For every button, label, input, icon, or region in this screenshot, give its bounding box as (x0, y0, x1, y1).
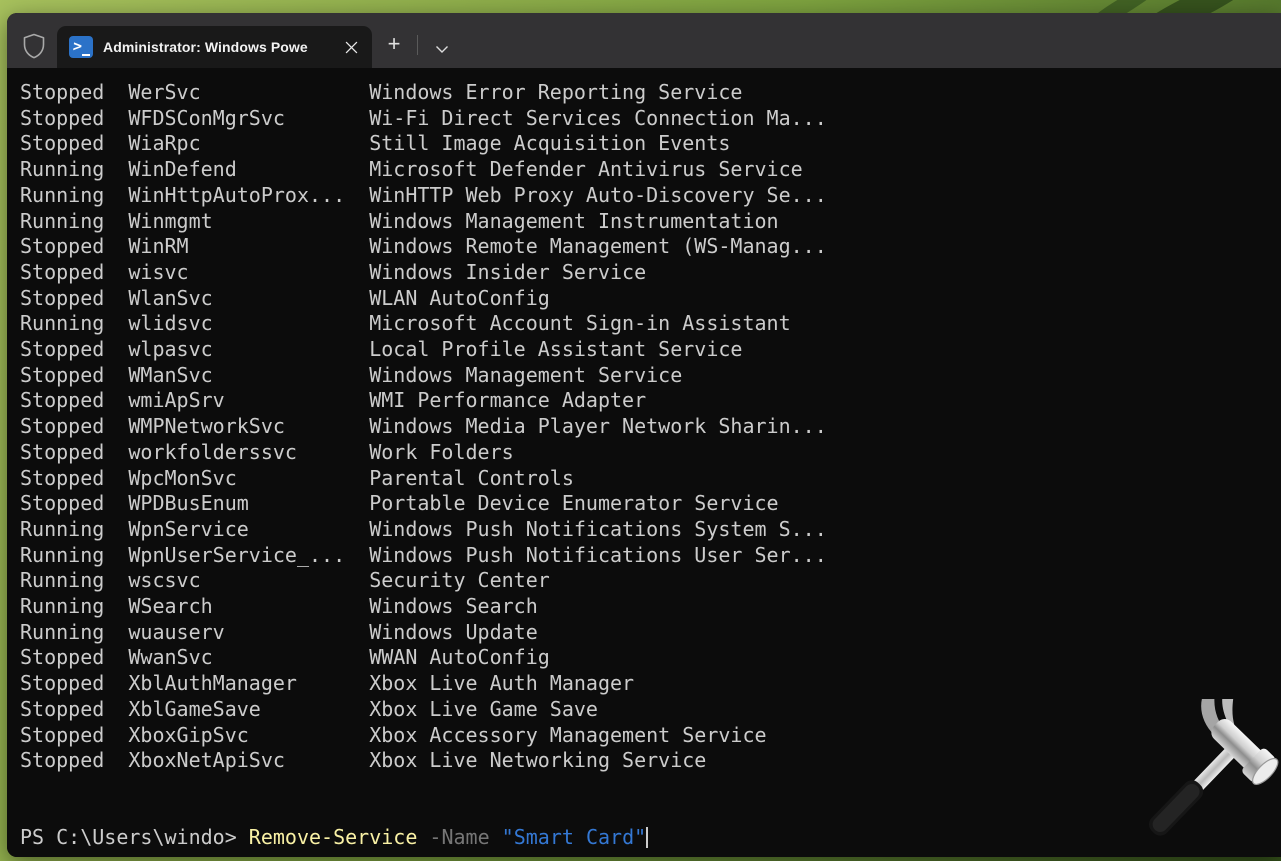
chevron-down-icon[interactable] (427, 34, 457, 64)
terminal-content[interactable]: Stopped WerSvc Windows Error Reporting S… (7, 68, 1281, 857)
table-row: Running wlidsvc Microsoft Account Sign-i… (20, 311, 1281, 337)
table-row: Stopped wisvc Windows Insider Service (20, 260, 1281, 286)
table-row: Running wscsvc Security Center (20, 568, 1281, 594)
table-row: Stopped XboxGipSvc Xbox Accessory Manage… (20, 723, 1281, 749)
table-row: Stopped wmiApSrv WMI Performance Adapter (20, 388, 1281, 414)
table-row: Stopped XblGameSave Xbox Live Game Save (20, 697, 1281, 723)
command-line[interactable]: PS C:\Users\windo> Remove-Service -Name … (20, 825, 1281, 851)
argument-text: "Smart Card" (502, 825, 647, 849)
tab-title: Administrator: Windows Powe (103, 39, 330, 55)
table-row: Stopped WManSvc Windows Management Servi… (20, 363, 1281, 389)
hammer-cursor (1127, 699, 1279, 859)
table-row: Stopped WFDSConMgrSvc Wi-Fi Direct Servi… (20, 106, 1281, 132)
tab-powershell[interactable]: > Administrator: Windows Powe (57, 26, 372, 68)
table-row: Running WpnUserService_... Windows Push … (20, 543, 1281, 569)
prompt-path: PS C:\Users\windo> (20, 825, 249, 849)
service-list: Stopped WerSvc Windows Error Reporting S… (20, 80, 1281, 774)
terminal-window: > Administrator: Windows Powe + Stopped … (7, 13, 1281, 857)
new-tab-button[interactable]: + (379, 29, 409, 59)
table-row: Stopped WPDBusEnum Portable Device Enume… (20, 491, 1281, 517)
parameter-text: -Name (429, 825, 489, 849)
blank-line (20, 774, 1281, 800)
blank-line (20, 800, 1281, 826)
table-row: Stopped WerSvc Windows Error Reporting S… (20, 80, 1281, 106)
table-row: Stopped WinRM Windows Remote Management … (20, 234, 1281, 260)
table-row: Running Winmgmt Windows Management Instr… (20, 209, 1281, 235)
table-row: Stopped WwanSvc WWAN AutoConfig (20, 645, 1281, 671)
table-row: Stopped WpcMonSvc Parental Controls (20, 466, 1281, 492)
command-text: Remove-Service (249, 825, 418, 849)
table-row: Running WinDefend Microsoft Defender Ant… (20, 157, 1281, 183)
table-row: Stopped workfolderssvc Work Folders (20, 440, 1281, 466)
table-row: Stopped wlpasvc Local Profile Assistant … (20, 337, 1281, 363)
table-row: Running WpnService Windows Push Notifica… (20, 517, 1281, 543)
table-row: Stopped XblAuthManager Xbox Live Auth Ma… (20, 671, 1281, 697)
close-icon[interactable] (340, 36, 362, 58)
powershell-icon: > (69, 36, 93, 58)
titlebar[interactable]: > Administrator: Windows Powe + (7, 13, 1281, 68)
table-row: Stopped WiaRpc Still Image Acquisition E… (20, 131, 1281, 157)
table-row: Running WSearch Windows Search (20, 594, 1281, 620)
admin-shield-icon (20, 32, 48, 60)
text-cursor (646, 827, 648, 848)
titlebar-divider (417, 35, 418, 55)
table-row: Running WinHttpAutoProx... WinHTTP Web P… (20, 183, 1281, 209)
table-row: Running wuauserv Windows Update (20, 620, 1281, 646)
table-row: Stopped XboxNetApiSvc Xbox Live Networki… (20, 748, 1281, 774)
table-row: Stopped WlanSvc WLAN AutoConfig (20, 286, 1281, 312)
table-row: Stopped WMPNetworkSvc Windows Media Play… (20, 414, 1281, 440)
